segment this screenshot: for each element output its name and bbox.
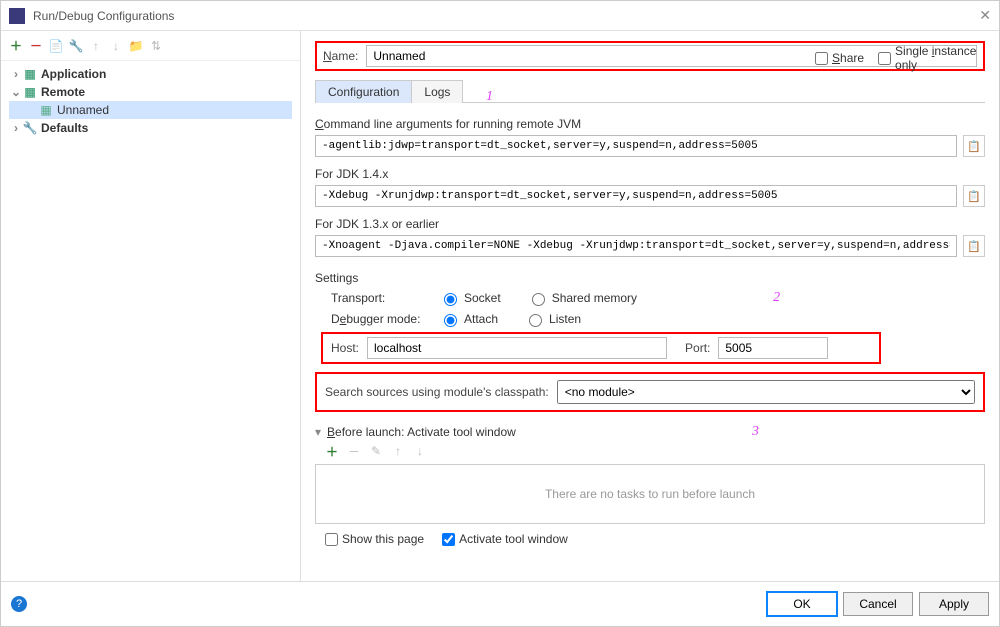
cancel-button[interactable]: Cancel <box>843 592 913 616</box>
before-launch-section: ▾ Before launch: Activate tool window 3 … <box>315 424 985 546</box>
debugger-mode-label: Debugger mode: <box>331 312 431 326</box>
settings-section: Settings Transport: Socket Shared memory… <box>315 265 985 364</box>
host-label: Host: <box>331 341 359 355</box>
before-launch-header[interactable]: ▾ Before launch: Activate tool window 3 <box>315 424 985 440</box>
sidebar: ＋ － 📄 🔧 ↑ ↓ 📁 ⇅ › ▦ Application ⌄ ▦ Remo <box>1 31 301 581</box>
main-panel: NName:ame: Share Single instance only Co… <box>301 31 999 581</box>
add-icon[interactable]: ＋ <box>325 444 339 458</box>
copy-button[interactable]: 📋 <box>963 185 985 207</box>
cmdline-label: Command line arguments for running remot… <box>315 117 985 131</box>
copy-button[interactable]: 📋 <box>963 235 985 257</box>
sidebar-toolbar: ＋ － 📄 🔧 ↑ ↓ 📁 ⇅ <box>1 31 300 61</box>
add-icon[interactable]: ＋ <box>9 39 23 53</box>
tree-label: Remote <box>41 85 85 99</box>
share-checkbox[interactable]: Share <box>815 44 864 72</box>
close-icon[interactable]: ✕ <box>979 7 991 24</box>
settings-label: Settings <box>315 271 985 285</box>
footer: ? OK Cancel Apply <box>1 581 999 626</box>
copy-icon[interactable]: 📄 <box>49 39 63 53</box>
transport-label: Transport: <box>331 291 431 305</box>
move-up-icon[interactable]: ↑ <box>391 444 405 458</box>
tab-logs[interactable]: Logs <box>411 80 463 103</box>
jdk13-label: For JDK 1.3.x or earlier <box>315 217 985 231</box>
before-launch-empty: There are no tasks to run before launch <box>545 487 755 501</box>
tree-item-remote[interactable]: ⌄ ▦ Remote <box>9 83 292 101</box>
tree-item-defaults[interactable]: › 🔧 Defaults <box>9 119 292 137</box>
port-label: Port: <box>685 341 710 355</box>
hostport-row: Host: Port: <box>321 332 881 364</box>
move-up-icon[interactable]: ↑ <box>89 39 103 53</box>
annotation-2: 2 <box>773 290 780 306</box>
edit-icon[interactable]: ✎ <box>369 444 383 458</box>
jdk14-input[interactable] <box>315 185 957 207</box>
ok-button[interactable]: OK <box>767 592 837 616</box>
before-launch-toolbar: ＋ － ✎ ↑ ↓ <box>315 440 985 462</box>
tree-label: Application <box>41 67 106 81</box>
copy-button[interactable]: 📋 <box>963 135 985 157</box>
defaults-icon: 🔧 <box>23 121 37 135</box>
tree-item-application[interactable]: › ▦ Application <box>9 65 292 83</box>
remove-icon[interactable]: － <box>29 39 43 53</box>
tab-configuration[interactable]: Configuration <box>315 80 412 103</box>
config-tree: › ▦ Application ⌄ ▦ Remote ▦ Unnamed › 🔧… <box>1 61 300 581</box>
tree-label: Defaults <box>41 121 88 135</box>
transport-socket-radio[interactable]: Socket <box>439 290 501 306</box>
classpath-label: Search sources using module's classpath: <box>325 385 549 399</box>
debugger-mode-row: Debugger mode: Attach Listen <box>331 311 985 327</box>
tree-item-unnamed[interactable]: ▦ Unnamed <box>9 101 292 119</box>
app-logo-icon <box>9 8 25 24</box>
move-down-icon[interactable]: ↓ <box>413 444 427 458</box>
titlebar: Run/Debug Configurations ✕ <box>1 1 999 31</box>
chevron-down-icon: ⌄ <box>9 85 23 99</box>
show-this-page-checkbox[interactable]: Show this page <box>325 532 424 546</box>
tree-label: Unnamed <box>57 103 109 117</box>
host-input[interactable] <box>367 337 667 359</box>
apply-button[interactable]: Apply <box>919 592 989 616</box>
transport-row: Transport: Socket Shared memory 2 <box>331 290 985 306</box>
settings-icon[interactable]: 🔧 <box>69 39 83 53</box>
jdk14-label: For JDK 1.4.x <box>315 167 985 181</box>
jdk13-input[interactable] <box>315 235 957 257</box>
name-label: NName:ame: <box>323 49 358 63</box>
move-down-icon[interactable]: ↓ <box>109 39 123 53</box>
top-checks: Share Single instance only <box>801 44 999 72</box>
activate-tool-window-checkbox[interactable]: Activate tool window <box>442 532 568 546</box>
tabs: Configuration Logs <box>315 79 985 103</box>
chevron-down-icon: ▾ <box>315 425 321 439</box>
classpath-select[interactable]: <no module> <box>557 380 975 404</box>
mode-attach-radio[interactable]: Attach <box>439 311 498 327</box>
remote-icon: ▦ <box>23 85 37 99</box>
chevron-right-icon: › <box>9 67 23 81</box>
single-instance-checkbox[interactable]: Single instance only <box>878 44 999 72</box>
sort-icon[interactable]: ⇅ <box>149 39 163 53</box>
cmdline-input[interactable] <box>315 135 957 157</box>
application-icon: ▦ <box>23 67 37 81</box>
transport-shared-radio[interactable]: Shared memory <box>527 290 637 306</box>
mode-listen-radio[interactable]: Listen <box>524 311 581 327</box>
chevron-right-icon: › <box>9 121 23 135</box>
before-launch-list: There are no tasks to run before launch <box>315 464 985 524</box>
classpath-row: Search sources using module's classpath:… <box>315 372 985 412</box>
port-input[interactable] <box>718 337 828 359</box>
folder-icon[interactable]: 📁 <box>129 39 143 53</box>
remove-icon[interactable]: － <box>347 444 361 458</box>
help-icon[interactable]: ? <box>11 596 27 612</box>
window-title: Run/Debug Configurations <box>33 9 979 23</box>
remote-icon: ▦ <box>39 103 53 117</box>
annotation-3: 3 <box>752 424 759 440</box>
